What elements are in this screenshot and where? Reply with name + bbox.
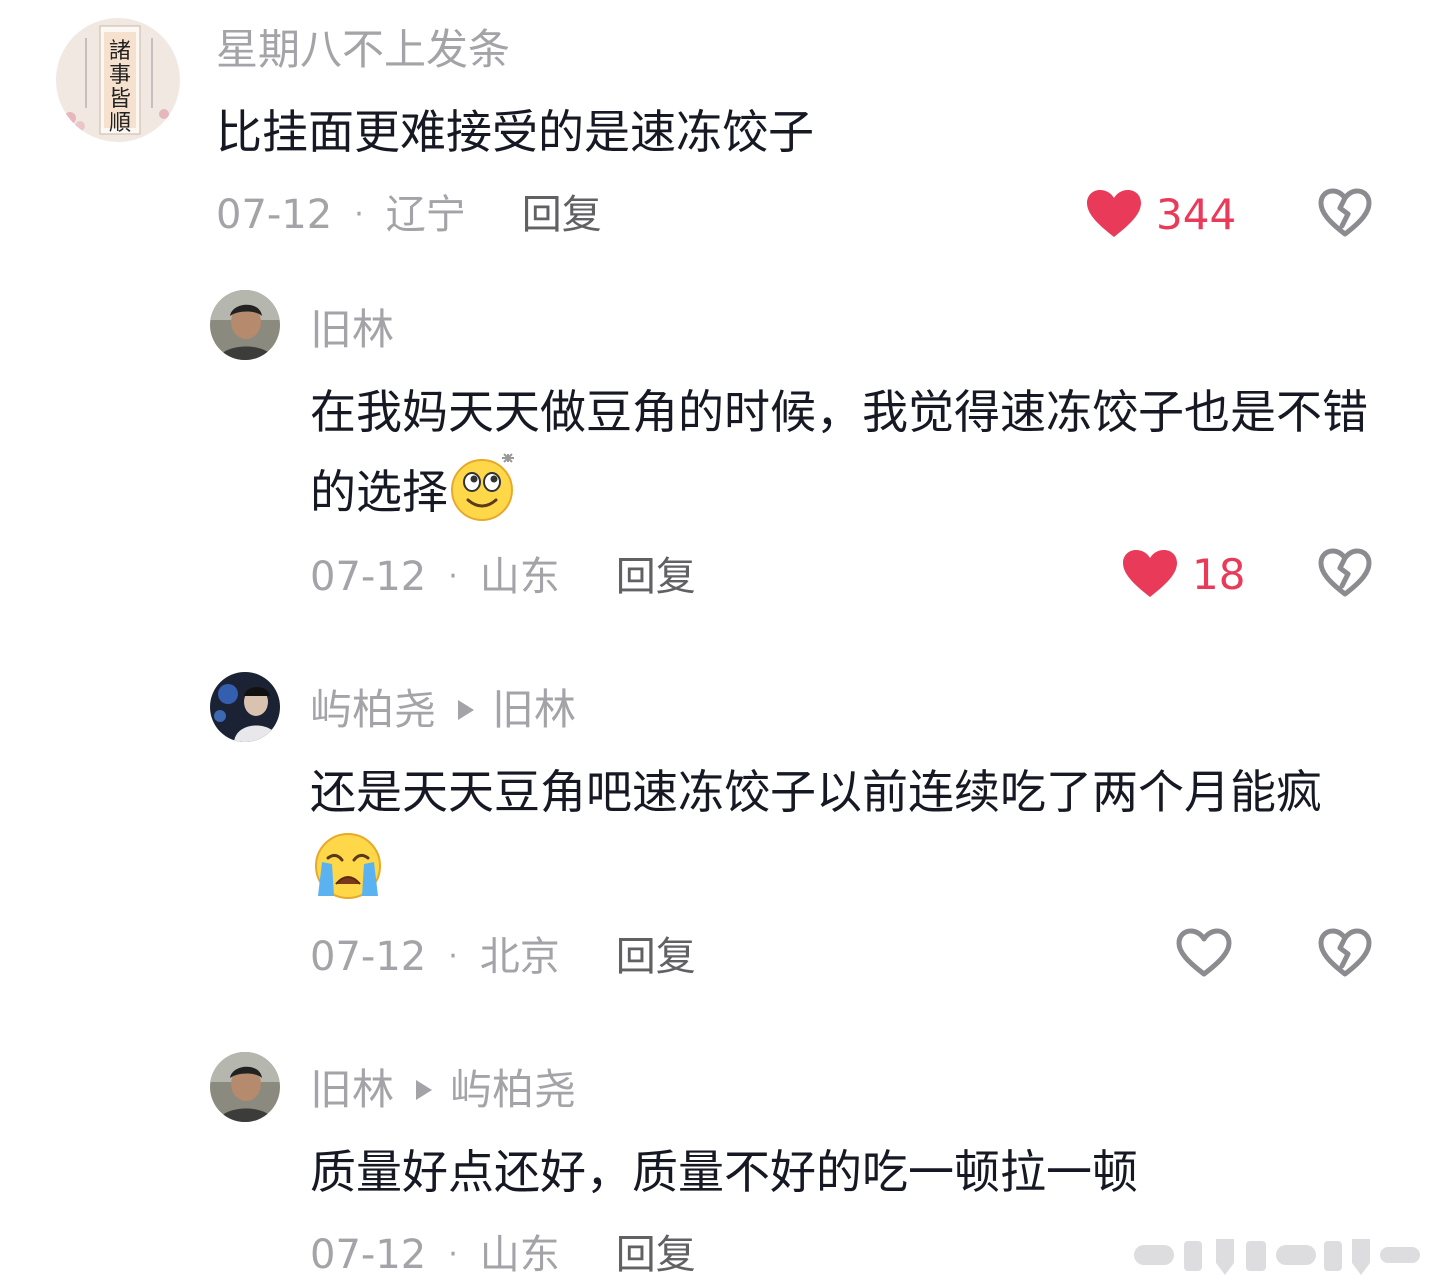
avatar-person-photo bbox=[210, 290, 280, 360]
comment-date: 07-12 bbox=[310, 934, 427, 980]
reply-button[interactable]: 回复 bbox=[616, 1232, 696, 1278]
comment-date: 07-12 bbox=[310, 554, 427, 600]
avatar-person-photo bbox=[210, 672, 280, 742]
reply-to-arrow-icon bbox=[458, 700, 475, 720]
svg-text:諸: 諸 bbox=[109, 39, 131, 64]
comment-meta: 07-12 · 辽宁 回复 bbox=[216, 190, 602, 240]
comment-meta: 07-12 · 山东 回复 bbox=[310, 1230, 696, 1280]
comment-location: 山东 bbox=[479, 1232, 560, 1278]
comment-item: 屿柏尧 旧林 还是天天豆角吧速冻饺子以前连续吃了两个月能疯 07-12 · 北京 回复 bbox=[0, 660, 1434, 1030]
avatar[interactable]: 諸 事 皆 順 bbox=[56, 18, 180, 142]
comment-location: 北京 bbox=[479, 934, 560, 980]
comment-location: 山东 bbox=[479, 554, 560, 600]
like-button[interactable]: 344 bbox=[1086, 184, 1236, 244]
comment-text: 还是天天豆角吧速冻饺子以前连续吃了两个月能疯 bbox=[310, 754, 1370, 922]
reply-button[interactable]: 回复 bbox=[522, 192, 602, 238]
avatar-person-photo bbox=[210, 1052, 280, 1122]
username[interactable]: 屿柏尧 旧林 bbox=[310, 684, 576, 736]
broken-heart-icon bbox=[1318, 188, 1372, 237]
separator-dot: · bbox=[448, 559, 458, 594]
username[interactable]: 星期八不上发条 bbox=[216, 24, 510, 76]
comment-location: 辽宁 bbox=[385, 192, 466, 238]
crying-face-emoji bbox=[310, 830, 386, 922]
avatar[interactable] bbox=[210, 1052, 280, 1122]
dislike-button[interactable] bbox=[1318, 928, 1372, 978]
reply-to-username[interactable]: 旧林 bbox=[492, 685, 576, 734]
dislike-button[interactable] bbox=[1318, 188, 1372, 238]
dislike-button[interactable] bbox=[1318, 548, 1372, 598]
broken-heart-icon bbox=[1318, 928, 1372, 977]
heart-filled-icon bbox=[1086, 189, 1142, 239]
avatar-calligraphy-image: 諸 事 皆 順 bbox=[56, 18, 180, 142]
separator-dot: · bbox=[448, 939, 458, 974]
like-button[interactable] bbox=[1176, 928, 1232, 978]
rolling-eyes-smile-emoji bbox=[448, 450, 520, 544]
comment-meta: 07-12 · 山东 回复 bbox=[310, 552, 696, 602]
like-count: 18 bbox=[1192, 549, 1246, 599]
svg-text:事: 事 bbox=[109, 63, 131, 88]
reply-button[interactable]: 回复 bbox=[616, 934, 696, 980]
reply-button[interactable]: 回复 bbox=[616, 554, 696, 600]
comment-item: 旧林 在我妈天天做豆角的时候，我觉得速冻饺子也是不错的选择 07-12 · 山东 回复 bbox=[0, 280, 1434, 650]
comment-text: 在我妈天天做豆角的时候，我觉得速冻饺子也是不错的选择 bbox=[310, 374, 1370, 544]
svg-text:皆: 皆 bbox=[109, 87, 131, 112]
svg-text:順: 順 bbox=[109, 111, 131, 136]
comment-date: 07-12 bbox=[310, 1232, 427, 1278]
reply-to-username[interactable]: 屿柏尧 bbox=[450, 1065, 576, 1114]
avatar[interactable] bbox=[210, 290, 280, 360]
like-button[interactable]: 18 bbox=[1122, 544, 1245, 604]
comment-text: 比挂面更难接受的是速冻饺子 bbox=[216, 105, 814, 159]
separator-dot: · bbox=[448, 1237, 458, 1272]
like-count: 344 bbox=[1156, 189, 1237, 239]
avatar[interactable] bbox=[210, 672, 280, 742]
heart-filled-icon bbox=[1122, 549, 1178, 599]
reply-to-arrow-icon bbox=[416, 1080, 433, 1100]
comment-date: 07-12 bbox=[216, 192, 333, 238]
username[interactable]: 旧林 bbox=[310, 304, 394, 356]
comment-meta: 07-12 · 北京 回复 bbox=[310, 932, 696, 982]
comment-item: 諸 事 皆 順 星期八不上发条 比挂面更难接受的是速冻饺子 07-12 · 辽宁 回复 bbox=[0, 0, 1434, 280]
comment-text: 质量好点还好，质量不好的吃一顿拉一顿 bbox=[310, 1145, 1138, 1199]
comment-thread: 諸 事 皆 順 星期八不上发条 比挂面更难接受的是速冻饺子 07-12 · 辽宁 回复 bbox=[0, 0, 1434, 1281]
username[interactable]: 旧林 屿柏尧 bbox=[310, 1064, 576, 1116]
separator-dot: · bbox=[354, 197, 364, 232]
watermark-logo bbox=[1134, 1235, 1424, 1281]
broken-heart-icon bbox=[1318, 548, 1372, 597]
heart-outline-icon bbox=[1176, 928, 1232, 977]
